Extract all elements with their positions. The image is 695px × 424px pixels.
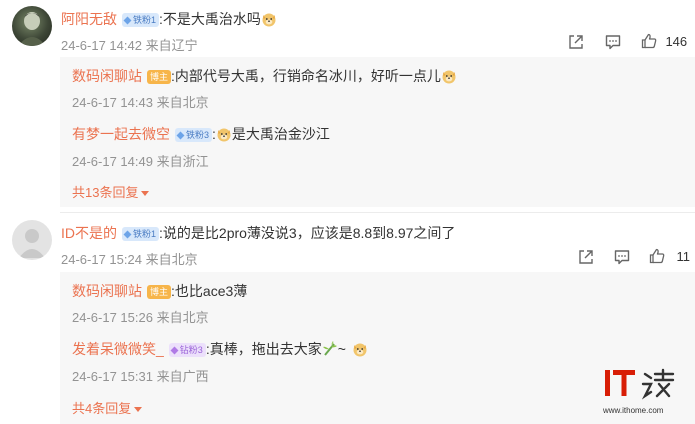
doge-emoji <box>217 128 231 142</box>
comment-icon <box>614 250 630 265</box>
reply-item: 数码闲聊站 博主:也比ace3薄 <box>72 281 247 301</box>
reply-username[interactable]: 发着呆微微笑_ <box>72 341 164 357</box>
reply-meta: 24-6-17 15:26 来自北京 <box>72 310 209 325</box>
badge-label: 铁粉1 <box>133 14 157 25</box>
badge-label: 铁粉3 <box>186 129 210 140</box>
reply-text: :内部代号大禹，行销命名冰川，好听一点儿 <box>171 68 441 84</box>
fan-badge[interactable]: 铁粉1 <box>122 226 160 241</box>
more-replies-label: 共4条回复 <box>72 401 132 416</box>
like-count: 146 <box>665 34 688 49</box>
username-link[interactable]: ID不是的 <box>61 225 117 241</box>
host-badge: 博主 <box>147 284 172 299</box>
comment-button[interactable] <box>604 33 622 56</box>
reply-meta: 24-6-17 14:43 来自北京 <box>72 95 209 110</box>
ithome-logo <box>605 368 675 400</box>
divider <box>60 212 695 213</box>
avatar[interactable] <box>12 220 52 260</box>
comment-icon <box>605 35 621 50</box>
comment-header: ID不是的 铁粉1:说的是比2pro薄没说3，应该是8.8到8.97之间了 <box>61 223 455 243</box>
avatar[interactable] <box>12 6 52 46</box>
reply-username[interactable]: 有梦一起去微空 <box>72 126 170 142</box>
diamond-icon <box>176 131 185 140</box>
doge-emoji <box>442 70 456 84</box>
caret-down-icon <box>141 191 150 197</box>
diamond-icon <box>123 230 132 239</box>
doge-emoji <box>262 13 276 27</box>
reply-text-tail: ~ <box>337 341 346 357</box>
like-icon <box>649 248 665 264</box>
fan-badge[interactable]: 铁粉3 <box>175 127 213 142</box>
comment-header: 阿阳无敌 铁粉1:不是大禹治水吗 <box>61 9 277 29</box>
badge-label: 铁粉1 <box>133 228 157 239</box>
reply-item: 发着呆微微笑_ 钻粉3:真棒，拖出去大家 ~ <box>72 339 368 359</box>
diamond-icon <box>123 16 132 25</box>
more-replies-label: 共13条回复 <box>72 185 139 200</box>
share-icon <box>569 35 583 49</box>
like-icon <box>641 33 657 49</box>
host-badge: 博主 <box>147 69 172 84</box>
share-icon <box>579 250 593 264</box>
comment-text: :说的是比2pro薄没说3，应该是8.8到8.97之间了 <box>159 225 456 241</box>
username-link[interactable]: 阿阳无敌 <box>61 11 117 27</box>
reply-username[interactable]: 数码闲聊站 <box>72 283 142 299</box>
comment-text: :不是大禹治水吗 <box>159 11 261 27</box>
reply-text: :也比ace3薄 <box>171 283 248 299</box>
share-button[interactable] <box>577 248 595 271</box>
watermark-url: www.ithome.com <box>603 406 664 415</box>
comment-meta: 24-6-17 14:42 来自辽宁 <box>61 38 198 53</box>
bamboo-emoji <box>322 341 337 356</box>
reply-meta: 24-6-17 14:49 来自浙江 <box>72 154 209 169</box>
more-replies-link[interactable]: 共13条回复 <box>72 182 150 201</box>
reply-item: 有梦一起去微空 铁粉3: 是大禹治金沙江 <box>72 124 330 144</box>
reply-text-tail: 是大禹治金沙江 <box>231 126 330 142</box>
comment-button[interactable] <box>613 248 631 271</box>
caret-down-icon <box>134 407 143 413</box>
reply-meta: 24-6-17 15:31 来自广西 <box>72 369 209 384</box>
reply-item: 数码闲聊站 博主:内部代号大禹，行销命名冰川，好听一点儿 <box>72 66 457 86</box>
like-button[interactable]: 146 <box>640 32 687 51</box>
comment-meta: 24-6-17 15:24 来自北京 <box>61 252 198 267</box>
doge-emoji <box>353 343 367 357</box>
reply-text: :真棒，拖出去大家 <box>205 341 322 357</box>
more-replies-link[interactable]: 共4条回复 <box>72 398 143 417</box>
diamond-fan-badge[interactable]: 钻粉3 <box>168 342 206 357</box>
reply-username[interactable]: 数码闲聊站 <box>72 68 142 84</box>
badge-label: 钻粉3 <box>179 344 203 355</box>
share-button[interactable] <box>567 33 585 56</box>
diamond-icon <box>170 346 179 355</box>
like-button[interactable]: 11 <box>648 247 690 266</box>
like-count: 11 <box>676 249 690 264</box>
fan-badge[interactable]: 铁粉1 <box>122 12 160 27</box>
ithome-watermark: www.ithome.com <box>603 366 691 415</box>
